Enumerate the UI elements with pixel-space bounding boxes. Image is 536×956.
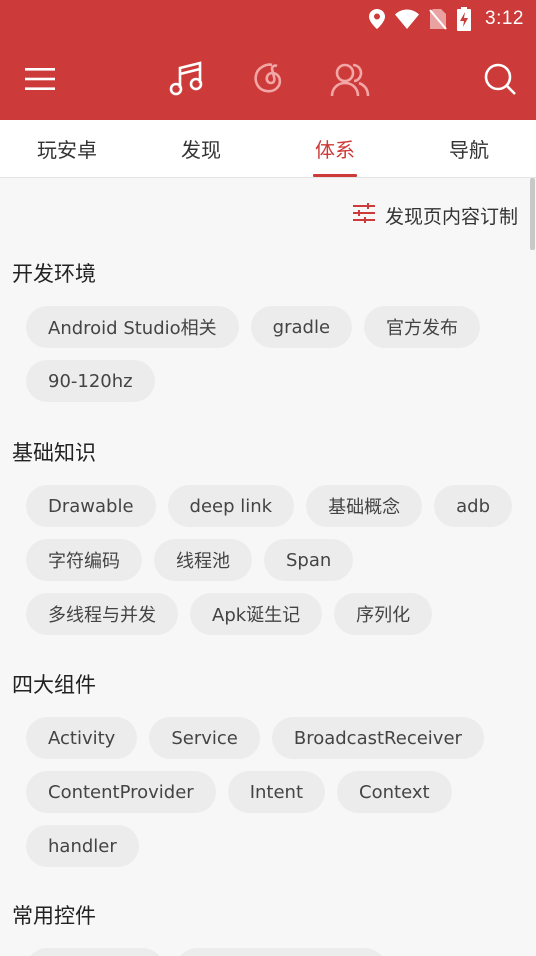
- tab-1[interactable]: 发现: [134, 120, 268, 177]
- tag-chip[interactable]: Span: [264, 539, 354, 581]
- battery-charging-icon: [457, 7, 472, 31]
- tag-chip[interactable]: Apk诞生记: [190, 593, 323, 635]
- tag-chip[interactable]: 多线程与并发: [26, 593, 178, 635]
- tag-chip[interactable]: 官方发布: [364, 306, 481, 348]
- active-tab-indicator: [313, 174, 357, 177]
- netease-cloud-icon[interactable]: [244, 55, 292, 103]
- customize-discover-button[interactable]: 发现页内容订制: [352, 202, 518, 229]
- tag-chip[interactable]: [26, 948, 164, 956]
- tag-chip[interactable]: Android Studio相关: [26, 306, 239, 348]
- system-content[interactable]: 发现页内容订制 开发环境 Android Studio相关 gradle 官方发布 9…: [0, 178, 536, 956]
- no-sim-icon: [429, 8, 447, 30]
- tag-chip[interactable]: deep link: [167, 485, 295, 527]
- status-time: 3:12: [485, 8, 524, 29]
- tag-chip[interactable]: adb: [434, 485, 512, 527]
- location-icon: [369, 9, 386, 29]
- customize-label: 发现页内容订制: [384, 206, 518, 228]
- tab-label: 发现: [181, 138, 221, 162]
- category-tabs: 玩安卓 发现 体系 导航: [0, 120, 536, 178]
- tag-chip[interactable]: ContentProvider: [26, 771, 216, 813]
- tab-3[interactable]: 导航: [402, 120, 536, 177]
- tab-label: 玩安卓: [37, 138, 97, 162]
- tab-0[interactable]: 玩安卓: [0, 120, 134, 177]
- friends-icon[interactable]: [326, 55, 374, 103]
- tag-chip[interactable]: BroadcastReceiver: [271, 717, 484, 759]
- section-title: 开发环境: [12, 262, 96, 286]
- tag-chip[interactable]: gradle: [250, 306, 353, 348]
- tag-chip[interactable]: Intent: [227, 771, 326, 813]
- music-note-icon[interactable]: [162, 55, 210, 103]
- wifi-icon: [395, 9, 420, 29]
- status-bar: 3:12: [0, 0, 536, 38]
- tag-chip[interactable]: Service: [149, 717, 260, 759]
- chip-group: [26, 948, 512, 956]
- section-title: 基础知识: [12, 441, 96, 465]
- sliders-icon: [352, 203, 375, 228]
- scrollbar-thumb[interactable]: [530, 178, 535, 250]
- status-icons: 3:12: [369, 4, 524, 34]
- tag-chip[interactable]: 序列化: [334, 593, 433, 635]
- tag-chip[interactable]: 线程池: [154, 539, 252, 581]
- tab-label: 导航: [449, 138, 489, 162]
- tag-chip[interactable]: Activity: [26, 717, 138, 759]
- tag-chip[interactable]: Drawable: [26, 485, 156, 527]
- section-title: 常用控件: [12, 904, 96, 928]
- chip-group: Android Studio相关 gradle 官方发布 90-120hz: [26, 306, 512, 402]
- tag-chip[interactable]: [176, 948, 386, 956]
- section-title: 四大组件: [12, 673, 96, 697]
- tab-2[interactable]: 体系: [268, 120, 402, 177]
- chip-group: Drawable deep link 基础概念 adb 字符编码 线程池 Span 多线程与并…: [26, 485, 512, 635]
- tab-label: 体系: [315, 138, 355, 162]
- tag-chip[interactable]: handler: [26, 825, 139, 867]
- app-screen: 3:12 玩安卓 发现 体系 导航 发现页内容订制 开发环境 Android S…: [0, 0, 536, 956]
- tag-chip[interactable]: 字符编码: [26, 539, 142, 581]
- tag-chip[interactable]: 基础概念: [306, 485, 423, 527]
- tag-chip[interactable]: Context: [337, 771, 452, 813]
- search-icon[interactable]: [476, 55, 524, 103]
- tag-chip[interactable]: 90-120hz: [26, 360, 155, 402]
- hamburger-menu-icon[interactable]: [16, 55, 64, 103]
- chip-group: Activity Service BroadcastReceiver ContentP…: [26, 717, 512, 867]
- app-toolbar: [0, 38, 536, 120]
